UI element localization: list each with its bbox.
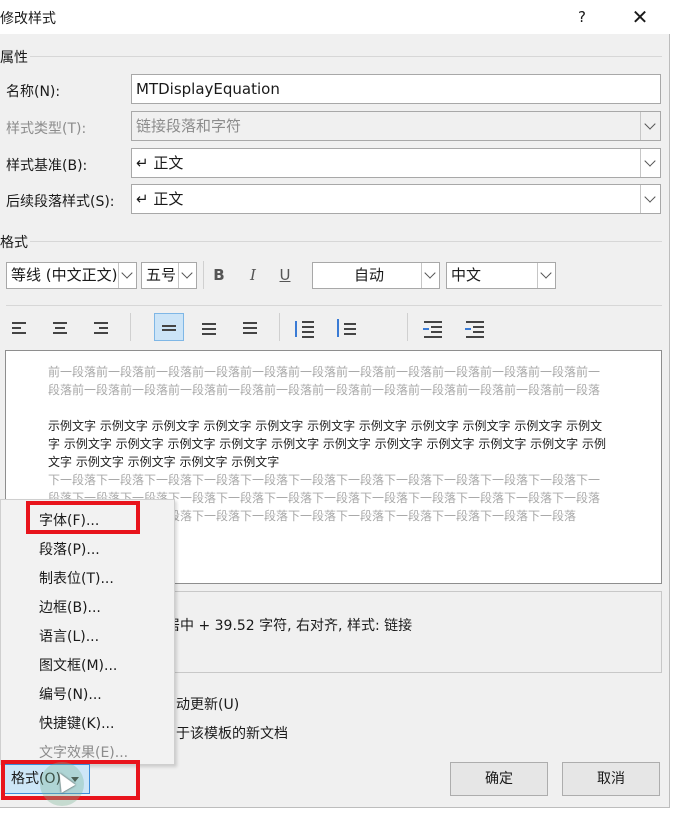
chevron-down-icon: [644, 191, 656, 203]
font-item-highlight: [26, 501, 140, 534]
decrease-indent-icon[interactable]: [418, 314, 448, 342]
menu-item-numbering[interactable]: 编号(N)...: [39, 684, 102, 704]
menu-item-text-effects[interactable]: 文字效果(E)...: [39, 742, 128, 762]
bold-button[interactable]: B: [206, 262, 232, 288]
increase-indent-icon[interactable]: [460, 314, 490, 342]
next-style-dropdown-arrow[interactable]: [640, 185, 660, 213]
align-justify-icon[interactable]: [194, 314, 224, 342]
new-documents-option[interactable]: 于该模板的新文档: [176, 723, 288, 743]
format-section-label: 格式: [0, 235, 28, 251]
format-divider: [30, 241, 662, 242]
dialog-title: 修改样式: [0, 11, 56, 27]
preview-previous-paragraph: 前一段落前一段落前一段落前一段落前一段落前一段落前一段落前一段落前一段落前一段落…: [48, 365, 601, 397]
toolbar-separator: [407, 313, 408, 341]
underline-button[interactable]: U: [272, 262, 298, 288]
chevron-down-icon: [644, 118, 656, 130]
based-on-select[interactable]: ↵ 正文: [131, 148, 661, 178]
title-bar: 修改样式 ? ✕: [0, 0, 670, 34]
toolbar-separator: [279, 313, 280, 341]
style-type-value: 链接段落和字符: [136, 117, 242, 135]
chevron-down-icon: [121, 267, 133, 279]
style-type-label: 样式类型(T):: [6, 121, 87, 137]
help-button[interactable]: ?: [566, 4, 598, 30]
based-on-value: ↵ 正文: [136, 154, 184, 172]
name-label: 名称(N):: [6, 84, 61, 100]
auto-update-option[interactable]: 动更新(U): [176, 694, 239, 714]
menu-item-language[interactable]: 语言(L)...: [39, 626, 99, 646]
align-center-icon[interactable]: [45, 314, 75, 342]
style-description-text: 居中 + 39.52 字符, 右对齐, 样式: 链接: [166, 618, 413, 634]
next-style-value: ↵ 正文: [136, 190, 184, 208]
chevron-down-icon: [181, 267, 193, 279]
chevron-down-icon: [424, 267, 436, 279]
style-type-dropdown-arrow: [640, 112, 660, 140]
name-value: MTDisplayEquation: [136, 80, 280, 98]
align-distributed-icon[interactable]: [235, 314, 265, 342]
font-size-dropdown-arrow[interactable]: [178, 263, 196, 288]
font-select[interactable]: 等线 (中文正文): [6, 262, 137, 289]
font-color-select[interactable]: 自动: [312, 262, 440, 289]
menu-item-frame[interactable]: 图文框(M)...: [39, 655, 117, 675]
based-on-dropdown-arrow[interactable]: [640, 149, 660, 177]
font-value: 等线 (中文正文): [11, 266, 118, 284]
chevron-down-icon: [644, 155, 656, 167]
next-style-select[interactable]: ↵ 正文: [131, 184, 661, 214]
font-size-value: 五号: [146, 266, 177, 284]
line-spacing-icon[interactable]: [290, 314, 320, 342]
script-value: 中文: [451, 266, 482, 284]
properties-section-label: 属性: [0, 50, 28, 66]
preview-sample-text: 示例文字 示例文字 示例文字 示例文字 示例文字 示例文字 示例文字 示例文字 …: [48, 419, 606, 469]
font-color-value: 自动: [353, 266, 384, 284]
name-input[interactable]: MTDisplayEquation: [131, 74, 661, 104]
align-center-selected-icon[interactable]: [154, 313, 184, 341]
menu-item-borders[interactable]: 边框(B)...: [39, 597, 101, 617]
script-dropdown-arrow[interactable]: [537, 263, 555, 288]
font-size-select[interactable]: 五号: [141, 262, 197, 289]
properties-divider: [30, 56, 662, 57]
next-style-label: 后续段落样式(S):: [6, 194, 115, 210]
cancel-button[interactable]: 取消: [562, 762, 660, 796]
based-on-label: 样式基准(B):: [6, 158, 88, 174]
close-button[interactable]: ✕: [624, 4, 656, 30]
chevron-down-icon: [540, 267, 552, 279]
toolbar-separator: [203, 261, 204, 289]
toolbar-separator: [130, 313, 131, 341]
menu-item-shortcut-key[interactable]: 快捷键(K)...: [39, 713, 114, 733]
font-dropdown-arrow[interactable]: [118, 263, 136, 288]
italic-button[interactable]: I: [240, 262, 266, 288]
menu-item-tabs[interactable]: 制表位(T)...: [39, 568, 114, 588]
paragraph-spacing-icon[interactable]: [332, 314, 362, 342]
ok-button[interactable]: 确定: [450, 762, 548, 796]
script-select[interactable]: 中文: [446, 262, 556, 289]
toolbar-divider: [6, 305, 662, 306]
format-menu: 字体(F)... 段落(P)... 制表位(T)... 边框(B)... 语言(…: [0, 499, 175, 765]
style-type-select: 链接段落和字符: [131, 111, 661, 141]
align-left-icon[interactable]: [4, 314, 34, 342]
font-color-dropdown-arrow[interactable]: [421, 263, 439, 288]
menu-item-paragraph[interactable]: 段落(P)...: [39, 539, 100, 559]
align-right-icon[interactable]: [86, 314, 116, 342]
